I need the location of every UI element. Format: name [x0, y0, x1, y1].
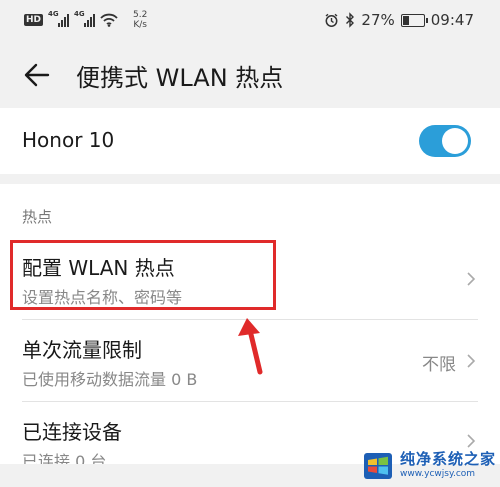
bluetooth-icon	[346, 12, 355, 28]
watermark-text: 纯净系统之家 www.ycwjsy.com	[400, 452, 496, 479]
hotspot-toggle[interactable]	[419, 125, 471, 157]
windows-logo-icon	[364, 452, 392, 479]
title-bar: 便携式 WLAN 热点	[0, 40, 500, 108]
divider	[22, 401, 478, 402]
signal-4g-icon: 4G	[74, 10, 96, 27]
status-bar: HD 4G 4G 5.2 K/s 27% 09:47	[0, 0, 500, 40]
battery-icon	[400, 13, 428, 27]
watermark-title: 纯净系统之家	[400, 450, 497, 468]
status-bar-left: HD 4G 4G 5.2 K/s	[24, 8, 147, 32]
row-value: 不限	[422, 355, 456, 375]
status-bar-right: 27% 09:47	[324, 8, 474, 32]
row-title: 已连接设备	[22, 420, 122, 444]
hotspot-name: Honor 10	[22, 128, 115, 152]
arrow-left-icon[interactable]	[22, 60, 52, 90]
hd-icon: HD	[24, 14, 44, 26]
chevron-right-icon	[467, 354, 476, 368]
battery-percent: 27%	[361, 11, 395, 29]
watermark-url: www.ycwjsy.com	[400, 469, 476, 479]
toggle-knob	[442, 128, 468, 154]
wifi-icon	[100, 13, 118, 27]
red-arrow-icon	[238, 318, 263, 375]
net-speed: 5.2 K/s	[133, 10, 148, 30]
alarm-icon	[325, 13, 338, 27]
section-label: 热点	[22, 208, 53, 226]
row-title: 单次流量限制	[22, 338, 142, 362]
row-subtitle: 已使用移动数据流量 0 B	[22, 370, 198, 389]
watermark: 纯净系统之家 www.ycwjsy.com	[362, 444, 500, 487]
highlight-box	[10, 240, 276, 310]
signal-4g-icon: 4G	[48, 10, 70, 27]
clock: 09:47	[430, 11, 474, 29]
chevron-right-icon	[467, 272, 476, 286]
page-title: 便携式 WLAN 热点	[76, 64, 284, 92]
